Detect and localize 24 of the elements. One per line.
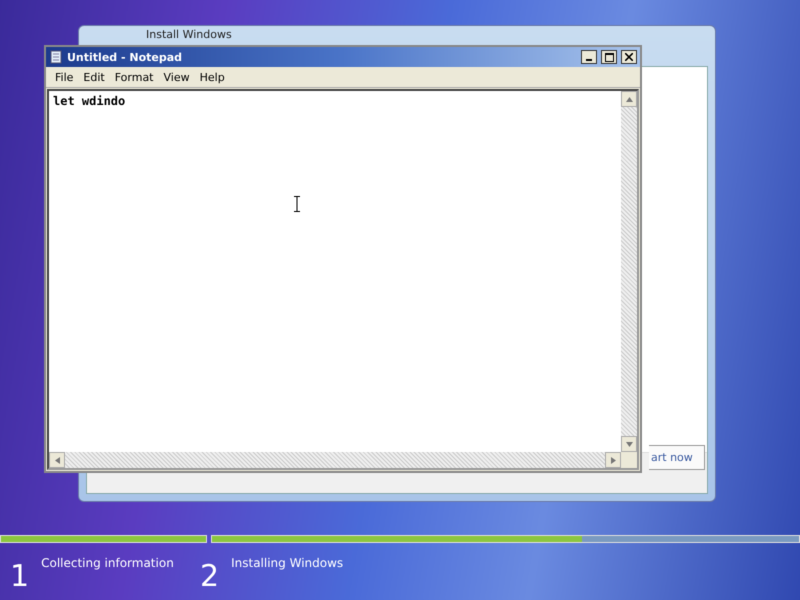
step-number: 1 — [10, 562, 30, 592]
text-cursor-icon — [294, 196, 300, 212]
step-label: Installing Windows — [231, 556, 344, 572]
resize-grip[interactable] — [621, 452, 637, 468]
up-arrow-icon — [626, 96, 632, 102]
down-arrow-icon — [626, 442, 632, 446]
minimize-button[interactable] — [581, 50, 597, 64]
close-button[interactable] — [621, 50, 637, 64]
menu-item[interactable]: Edit — [78, 70, 110, 84]
window-title: Untitled - Notepad — [67, 50, 184, 64]
right-arrow-icon — [610, 456, 616, 464]
menu-item[interactable]: View — [158, 70, 195, 84]
install-button[interactable]: art now — [649, 445, 705, 470]
close-icon — [625, 53, 633, 61]
left-arrow-icon — [54, 456, 60, 464]
menu-item[interactable]: Help — [194, 70, 230, 84]
step-number: 2 — [200, 562, 220, 592]
window-title: Install Windows — [146, 28, 232, 43]
maximize-icon — [604, 52, 614, 62]
step-label: Collecting information — [41, 556, 174, 572]
menu-item[interactable]: Format — [110, 70, 158, 84]
maximize-button[interactable] — [601, 50, 617, 64]
notepad-icon — [49, 50, 63, 64]
menu-item[interactable]: File — [50, 70, 78, 84]
